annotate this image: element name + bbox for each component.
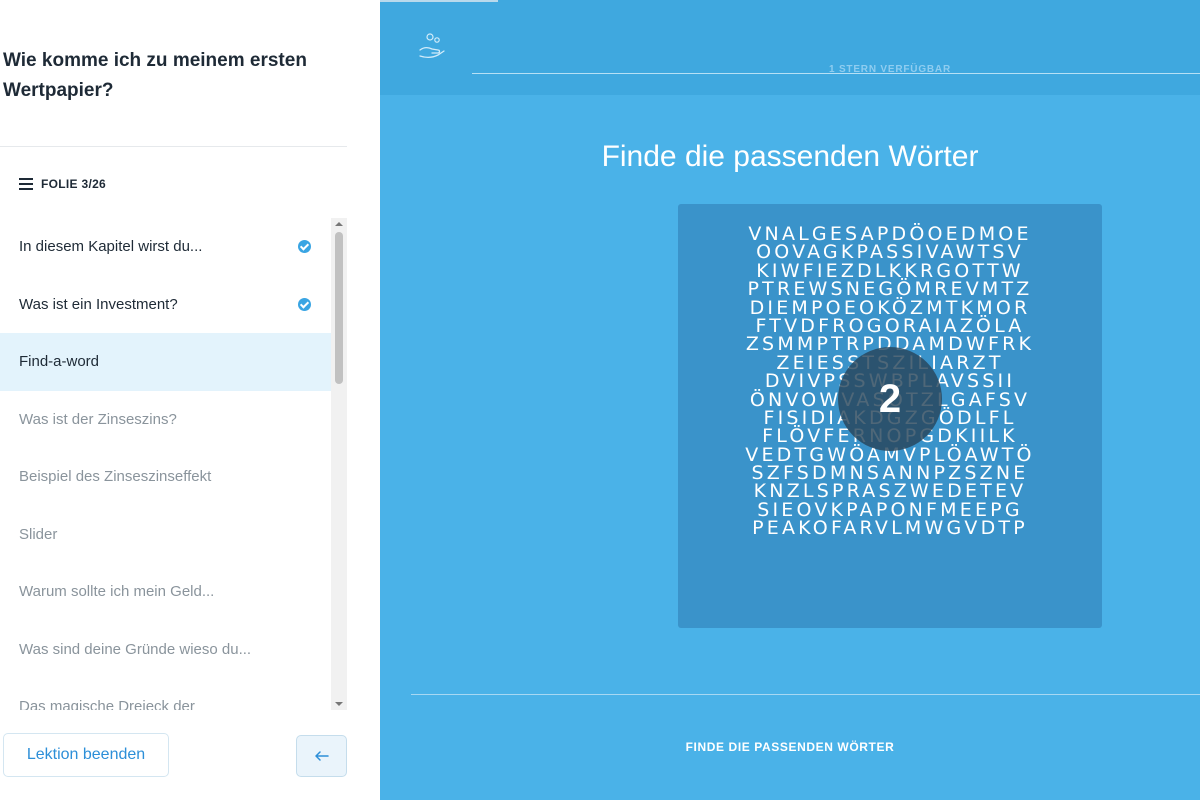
check-circle-icon: [298, 297, 311, 311]
game-header: 1 STERN VERFÜGBAR: [380, 0, 1200, 95]
instruction-label: FINDE DIE PASSENDEN WÖRTER: [685, 740, 895, 754]
list-icon: [19, 178, 33, 190]
slide-item-active[interactable]: Find-a-word: [0, 333, 331, 391]
game-title: Finde die passenden Wörter: [601, 140, 979, 173]
slide-item[interactable]: Was ist der Zinseszins?: [0, 391, 331, 449]
slide-item-label: In diesem Kapitel wirst du...: [19, 238, 203, 256]
slide-item-label: Was ist der Zinseszins?: [19, 410, 177, 428]
divider: [0, 146, 347, 147]
footer-divider: [411, 694, 1200, 695]
slide-item-label: Beispiel des Zinseszinseffekt: [19, 468, 212, 486]
slide-item[interactable]: Was sind deine Gründe wieso du...: [0, 621, 331, 679]
hand-coins-icon: [419, 33, 445, 59]
slide-item-label: Slider: [19, 525, 58, 543]
slide-item[interactable]: Was ist ein Investment?: [0, 276, 331, 334]
slide-item-label: Das magische Dreieck der: [19, 698, 195, 710]
stars-available: 1 STERN VERFÜGBAR: [829, 64, 951, 75]
slide-item[interactable]: Das magische Dreieck der: [0, 678, 331, 710]
slide-counter: FOLIE 3/26: [19, 174, 106, 194]
slide-list-scrollbar[interactable]: [331, 218, 347, 710]
game-area: 1 STERN VERFÜGBAR Finde die passenden Wö…: [380, 0, 1200, 800]
header-progress: [380, 0, 498, 2]
slide-item-label: Was sind deine Gründe wieso du...: [19, 640, 252, 658]
countdown-badge: 2: [838, 347, 942, 451]
back-button[interactable]: [296, 735, 347, 777]
scroll-down-icon[interactable]: [335, 702, 343, 706]
slide-item[interactable]: Beispiel des Zinseszinseffekt: [0, 448, 331, 506]
scroll-thumb[interactable]: [335, 232, 343, 384]
slide-item-label: Warum sollte ich mein Geld...: [19, 583, 215, 601]
brand-logo: [414, 30, 450, 72]
slide-item[interactable]: Slider: [0, 506, 331, 564]
slide-item-label: Find-a-word: [19, 353, 100, 371]
slide-item[interactable]: In diesem Kapitel wirst du...: [0, 218, 331, 276]
slide-counter-label: FOLIE 3/26: [41, 177, 107, 191]
slide-item[interactable]: Warum sollte ich mein Geld...: [0, 563, 331, 621]
arrow-left-icon: [314, 751, 329, 761]
lesson-sidebar: Wie komme ich zu meinem ersten Wertpapie…: [0, 0, 380, 800]
word-grid-row[interactable]: PTREWSNEGÖMREVMTZ: [700, 279, 1080, 298]
word-grid-row[interactable]: PEAKOFARVLMWGVDTP: [700, 519, 1080, 538]
end-lesson-button[interactable]: Lektion beenden: [3, 733, 169, 777]
scroll-up-icon[interactable]: [335, 222, 343, 226]
course-title: Wie komme ich zu meinem ersten Wertpapie…: [3, 50, 307, 101]
slide-item-label: Was ist ein Investment?: [19, 295, 178, 313]
check-circle-icon: [298, 240, 311, 254]
slide-list[interactable]: In diesem Kapitel wirst du... Was ist ei…: [0, 218, 331, 710]
